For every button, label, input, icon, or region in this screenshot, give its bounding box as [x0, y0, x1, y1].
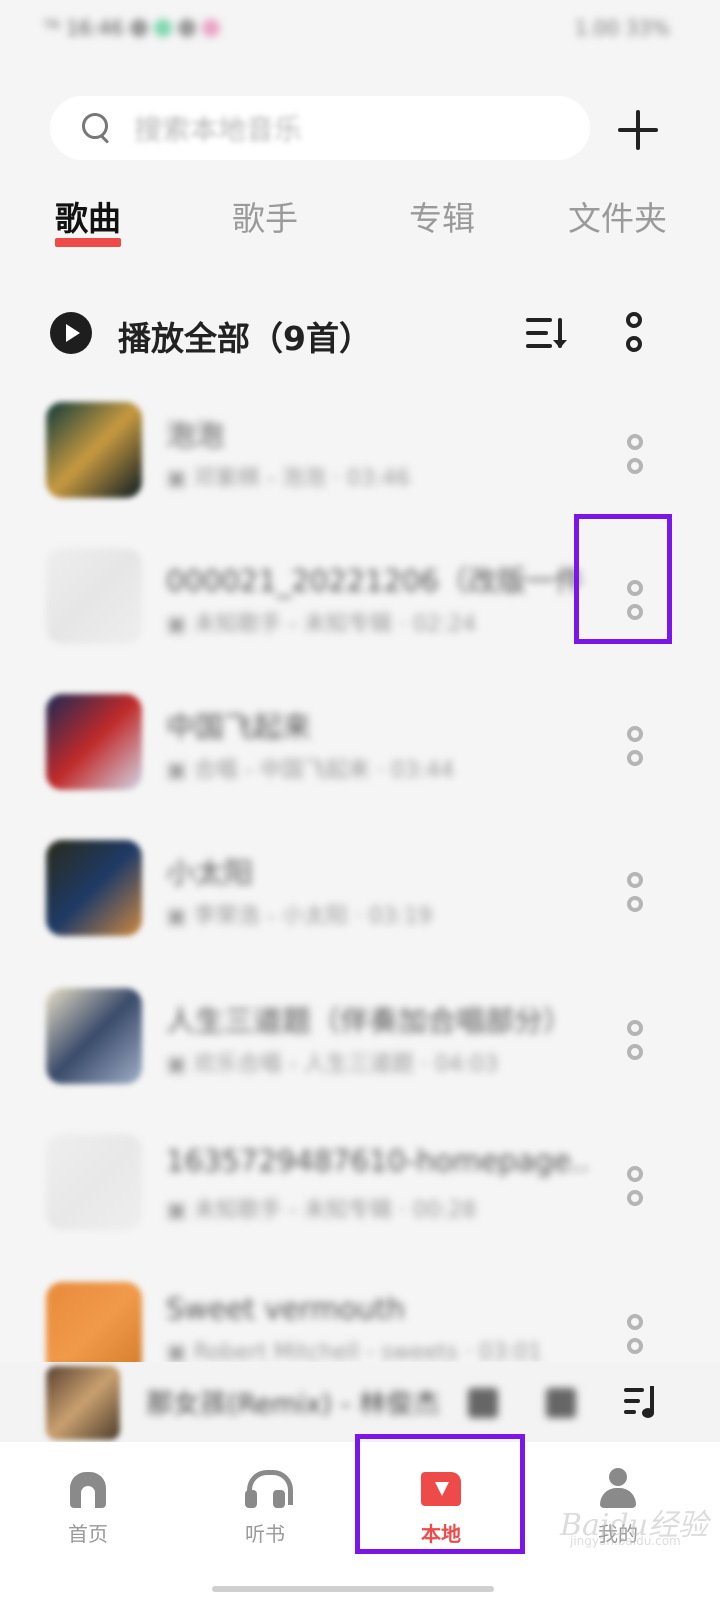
highlight-box-nav-local	[355, 1434, 525, 1554]
song-subtitle: ▣ 合唱 - 中国飞起来 · 03:44	[166, 758, 455, 783]
list-item[interactable]: 小太阳 ▣ 李荣浩 - 小太阳 · 03:19	[0, 840, 720, 986]
search-placeholder: 搜索本地音乐	[134, 113, 303, 146]
mini-player-title: 那女孩(Remix) - 林俊杰	[146, 1389, 440, 1420]
search-input[interactable]: 搜索本地音乐	[50, 96, 590, 160]
headphones-icon	[243, 1466, 293, 1510]
song-title: 小太阳	[166, 856, 254, 890]
home-indicator	[212, 1586, 494, 1592]
mini-player-cover	[46, 1366, 120, 1440]
status-time: ᵀ⁶ 16:46	[44, 16, 124, 40]
tab-albums[interactable]: 专辑	[409, 192, 475, 240]
watermark: Baidu经验 jingyan.baidu.com	[560, 1500, 710, 1550]
notification-icon	[153, 19, 172, 37]
nav-label: 首页	[68, 1522, 108, 1546]
song-subtitle: ▣ 欢乐合唱 - 人生三道题 · 04:03	[166, 1052, 499, 1077]
play-all-icon[interactable]	[50, 312, 92, 354]
song-more-icon[interactable]	[625, 726, 645, 770]
tab-active-indicator	[55, 238, 121, 247]
list-item[interactable]: 中国飞起来 ▣ 合唱 - 中国飞起来 · 03:44	[0, 694, 720, 840]
nav-audiobooks[interactable]: 听书	[205, 1466, 325, 1547]
notification-icon	[129, 19, 148, 37]
status-bar: ᵀ⁶ 16:46 1.00 33%	[0, 0, 720, 56]
album-cover	[46, 988, 142, 1084]
tab-artists[interactable]: 歌手	[232, 192, 298, 240]
song-title: 1635729487610-homepage...	[166, 1144, 586, 1178]
pause-icon[interactable]	[468, 1388, 498, 1418]
song-title: 中国飞起来	[166, 710, 312, 744]
more-options-icon[interactable]	[624, 312, 644, 356]
status-right: 1.00 33%	[575, 16, 670, 40]
notification-icon	[201, 19, 220, 37]
play-all-label[interactable]: 播放全部（9首）	[118, 312, 372, 360]
nav-home[interactable]: 首页	[28, 1466, 148, 1547]
song-subtitle: ▣ 未知歌手 - 未知专辑 · 00:28	[166, 1198, 477, 1223]
nav-label: 听书	[245, 1522, 285, 1546]
tab-folders[interactable]: 文件夹	[568, 192, 667, 240]
add-icon[interactable]	[618, 110, 658, 150]
status-indicators: 1.00 33%	[574, 16, 670, 40]
album-cover	[46, 840, 142, 936]
status-left: ᵀ⁶ 16:46	[44, 16, 220, 40]
song-title: 000021_20221206（改版一件...	[166, 564, 586, 598]
song-subtitle: ▣ 李荣浩 - 小太阳 · 03:19	[166, 904, 433, 929]
playlist-icon[interactable]	[624, 1386, 658, 1418]
song-more-icon[interactable]	[625, 434, 645, 478]
song-title: 人生三道题（伴奏加合唱部分）	[166, 1004, 573, 1038]
album-cover	[46, 1134, 142, 1230]
list-item[interactable]: 1635729487610-homepage... ▣ 未知歌手 - 未知专辑 …	[0, 1134, 720, 1280]
search-icon	[80, 111, 114, 145]
song-subtitle: ▣ 邓紫棋 - 泡泡 · 03:46	[166, 466, 411, 491]
song-more-icon[interactable]	[625, 1314, 645, 1358]
album-cover	[46, 694, 142, 790]
album-cover	[46, 402, 142, 498]
song-more-icon[interactable]	[625, 872, 645, 916]
notification-icon	[177, 19, 196, 37]
song-more-icon[interactable]	[625, 1166, 645, 1210]
tab-songs[interactable]: 歌曲	[55, 192, 121, 240]
album-cover	[46, 548, 142, 644]
highlight-box-song-more	[574, 514, 672, 644]
song-more-icon[interactable]	[625, 1020, 645, 1064]
list-item[interactable]: 人生三道题（伴奏加合唱部分） ▣ 欢乐合唱 - 人生三道题 · 04:03	[0, 988, 720, 1134]
song-title: Sweet vermouth	[166, 1292, 405, 1326]
song-subtitle: ▣ 未知歌手 - 未知专辑 · 02:24	[166, 612, 477, 637]
watermark-url: jingyan.baidu.com	[570, 1534, 681, 1548]
mini-player[interactable]: 那女孩(Remix) - 林俊杰	[0, 1362, 720, 1442]
sort-icon[interactable]	[526, 316, 570, 350]
next-icon[interactable]	[546, 1388, 576, 1418]
home-icon	[66, 1466, 110, 1510]
song-title: 泡泡	[166, 418, 225, 452]
